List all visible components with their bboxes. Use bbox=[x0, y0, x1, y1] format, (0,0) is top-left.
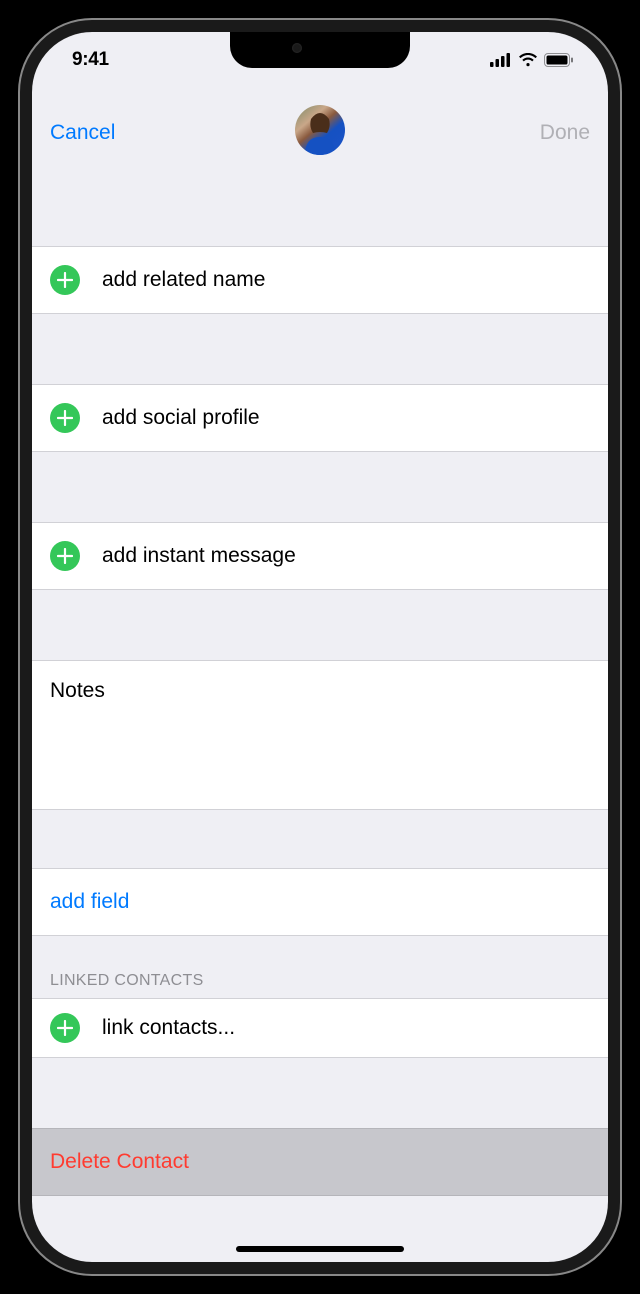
volume-up-button bbox=[20, 332, 21, 402]
spacer bbox=[32, 314, 608, 384]
cancel-button[interactable]: Cancel bbox=[50, 121, 115, 145]
status-time: 9:41 bbox=[72, 49, 109, 71]
contact-avatar[interactable] bbox=[295, 105, 345, 155]
notch bbox=[230, 32, 410, 68]
spacer bbox=[32, 1058, 608, 1128]
linked-contacts-header: LINKED CONTACTS bbox=[32, 972, 222, 998]
battery-icon bbox=[544, 53, 574, 67]
home-indicator[interactable] bbox=[236, 1246, 404, 1252]
plus-icon bbox=[50, 1013, 80, 1043]
spacer bbox=[32, 810, 608, 868]
plus-icon bbox=[50, 541, 80, 571]
add-instant-message-row[interactable]: add instant message bbox=[32, 522, 608, 590]
add-instant-message-label: add instant message bbox=[102, 544, 296, 568]
add-social-profile-label: add social profile bbox=[102, 406, 260, 430]
wifi-icon bbox=[518, 53, 538, 67]
add-field-label: add field bbox=[50, 890, 129, 914]
plus-icon bbox=[50, 265, 80, 295]
notes-field[interactable]: Notes bbox=[32, 660, 608, 810]
spacer: LINKED CONTACTS bbox=[32, 936, 608, 998]
delete-contact-label: Delete Contact bbox=[50, 1150, 189, 1174]
add-related-name-label: add related name bbox=[102, 268, 265, 292]
nav-bar: Cancel Done bbox=[32, 88, 608, 178]
spacer bbox=[32, 452, 608, 522]
content-scroll[interactable]: add related name add social profile add … bbox=[32, 178, 608, 1262]
done-button[interactable]: Done bbox=[540, 121, 590, 145]
delete-contact-row[interactable]: Delete Contact bbox=[32, 1128, 608, 1196]
add-social-profile-row[interactable]: add social profile bbox=[32, 384, 608, 452]
status-indicators bbox=[490, 53, 574, 67]
link-contacts-label: link contacts... bbox=[102, 1016, 235, 1040]
phone-frame: 9:41 bbox=[20, 20, 620, 1274]
plus-icon bbox=[50, 403, 80, 433]
add-related-name-row[interactable]: add related name bbox=[32, 246, 608, 314]
add-field-row[interactable]: add field bbox=[32, 868, 608, 936]
notes-label: Notes bbox=[50, 679, 105, 702]
spacer bbox=[32, 590, 608, 660]
spacer bbox=[32, 178, 608, 246]
volume-down-button bbox=[20, 416, 21, 486]
power-button bbox=[619, 354, 620, 464]
screen: 9:41 bbox=[32, 32, 608, 1262]
mute-switch bbox=[20, 268, 21, 302]
link-contacts-row[interactable]: link contacts... bbox=[32, 998, 608, 1058]
cellular-icon bbox=[490, 53, 512, 67]
